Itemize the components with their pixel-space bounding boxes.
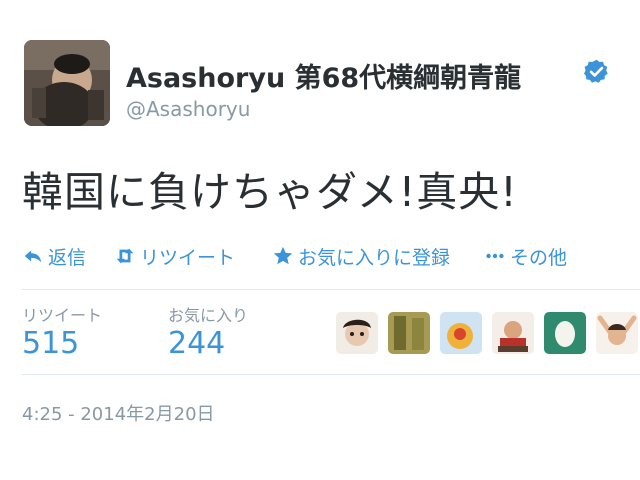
tweet-text: 韓国に負けちゃダメ!真央! bbox=[22, 168, 518, 216]
username[interactable]: @Asashoryu bbox=[126, 97, 250, 121]
verified-badge-icon bbox=[583, 58, 610, 85]
favorite-button[interactable]: お気に入りに登録 bbox=[272, 242, 450, 270]
tweet-card: Asashoryu 第68代横綱朝青龍 @Asashoryu 韓国に負けちゃダメ… bbox=[0, 0, 640, 480]
avatar-photo bbox=[24, 40, 110, 126]
more-label: その他 bbox=[510, 246, 568, 269]
avatar[interactable] bbox=[24, 40, 110, 126]
more-icon bbox=[484, 245, 506, 267]
favorites-count[interactable]: 244 bbox=[168, 326, 225, 361]
follow-button-edge[interactable] bbox=[628, 56, 640, 86]
tweet-timestamp[interactable]: 4:25 - 2014年2月20日 bbox=[22, 400, 215, 426]
favoriter-avatar[interactable] bbox=[388, 312, 430, 354]
display-name[interactable]: Asashoryu 第68代横綱朝青龍 bbox=[126, 56, 521, 95]
retweets-count[interactable]: 515 bbox=[22, 326, 79, 361]
favoriter-avatar[interactable] bbox=[336, 312, 378, 354]
reply-label: 返信 bbox=[48, 246, 87, 269]
favoriter-avatar[interactable] bbox=[596, 312, 638, 354]
retweet-icon bbox=[114, 245, 136, 267]
reply-button[interactable]: 返信 bbox=[22, 242, 86, 270]
favoriter-avatar[interactable] bbox=[492, 312, 534, 354]
reply-icon bbox=[22, 245, 44, 267]
favorites-label: お気に入り bbox=[168, 306, 249, 325]
star-icon bbox=[272, 245, 294, 267]
favoriter-avatar[interactable] bbox=[440, 312, 482, 354]
divider bbox=[22, 374, 640, 375]
retweet-label: リツイート bbox=[140, 246, 236, 269]
retweet-button[interactable]: リツイート bbox=[114, 242, 235, 270]
favoriter-avatar[interactable] bbox=[544, 312, 586, 354]
favorite-label: お気に入りに登録 bbox=[298, 246, 451, 269]
more-button[interactable]: その他 bbox=[484, 242, 567, 270]
retweets-label: リツイート bbox=[22, 306, 103, 325]
divider bbox=[22, 289, 640, 290]
